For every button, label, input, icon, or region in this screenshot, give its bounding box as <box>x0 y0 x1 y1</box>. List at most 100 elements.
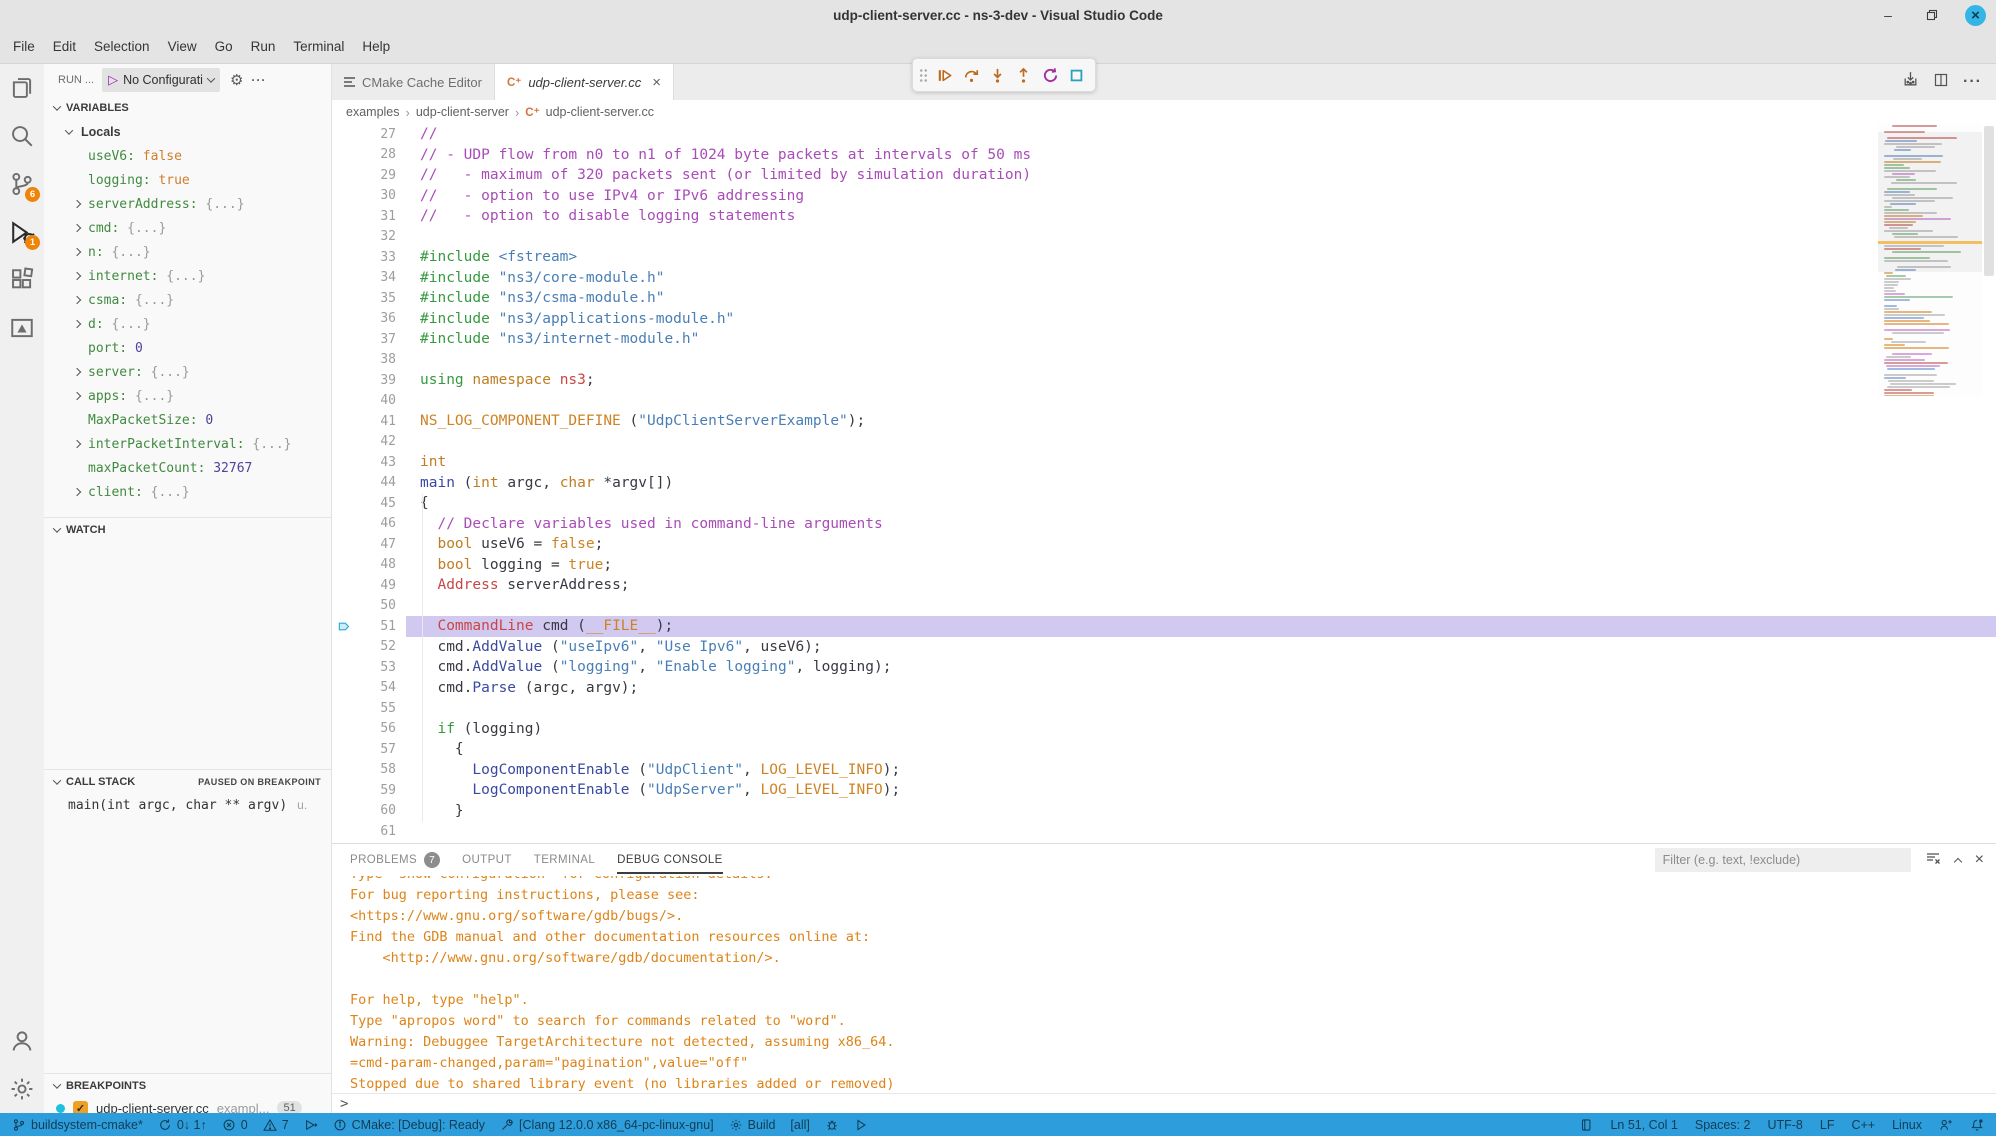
variable-internet[interactable]: internet: {...} <box>44 264 331 288</box>
status-tools[interactable]: [Clang 12.0.0 x86_64-pc-linux-gnu] <box>500 1118 714 1132</box>
code-line-36[interactable]: 36#include "ns3/applications-module.h" <box>332 309 1996 330</box>
code-line-39[interactable]: 39using namespace ns3; <box>332 370 1996 391</box>
code-line-42[interactable]: 42 <box>332 432 1996 453</box>
status-info[interactable]: CMake: [Debug]: Ready <box>333 1118 485 1132</box>
run-coverage-icon[interactable] <box>1902 71 1919 93</box>
code-line-31[interactable]: 31// - option to disable logging stateme… <box>332 206 1996 227</box>
split-editor-icon[interactable] <box>1933 72 1949 93</box>
extensions-icon[interactable] <box>0 256 44 304</box>
minimap-viewport[interactable] <box>1878 132 1982 272</box>
status-lf[interactable]: LF <box>1820 1118 1835 1132</box>
minimap[interactable] <box>1878 124 1982 396</box>
close-panel-icon[interactable]: × <box>1975 851 1984 869</box>
status-linux[interactable]: Linux <box>1892 1118 1922 1132</box>
code-line-41[interactable]: 41NS_LOG_COMPONENT_DEFINE ("UdpClientSer… <box>332 411 1996 432</box>
variable-port[interactable]: port: 0 <box>44 336 331 360</box>
status-warning[interactable]: 7 <box>263 1118 289 1132</box>
variable-MaxPacketSize[interactable]: MaxPacketSize: 0 <box>44 408 331 432</box>
more-actions-icon[interactable]: ··· <box>251 73 266 87</box>
code-line-58[interactable]: 58 LogComponentEnable ("UdpClient", LOG_… <box>332 760 1996 781</box>
tab-cmake-cache-editor[interactable]: CMake Cache Editor <box>332 64 495 100</box>
code-line-55[interactable]: 55 <box>332 698 1996 719</box>
start-debug-icon[interactable]: ▷ <box>108 72 118 88</box>
status-error[interactable]: 0 <box>222 1118 248 1132</box>
status-debug-alt[interactable] <box>304 1118 318 1132</box>
account-icon[interactable] <box>0 1017 44 1065</box>
code-line-43[interactable]: 43int <box>332 452 1996 473</box>
step-out-button[interactable] <box>1012 62 1036 88</box>
code-line-48[interactable]: 48 bool logging = true; <box>332 555 1996 576</box>
code-line-50[interactable]: 50 <box>332 596 1996 617</box>
menu-help[interactable]: Help <box>353 30 399 63</box>
status-feedback[interactable] <box>1939 1118 1953 1132</box>
breakpoint-item[interactable]: ✓ udp-client-server.cc exampl... 51 <box>44 1097 331 1113</box>
menu-go[interactable]: Go <box>206 30 242 63</box>
status-bell-dot[interactable] <box>1970 1118 1984 1132</box>
breakpoint-margin[interactable] <box>332 619 356 634</box>
code-editor[interactable]: 27//28// - UDP flow from n0 to n1 of 102… <box>332 124 1996 843</box>
code-line-35[interactable]: 35#include "ns3/csma-module.h" <box>332 288 1996 309</box>
breadcrumb-folder[interactable]: examples <box>346 105 400 119</box>
step-over-button[interactable] <box>959 62 983 88</box>
code-line-52[interactable]: 52 cmd.AddValue ("useIpv6", "Use Ipv6", … <box>332 637 1996 658</box>
variable-interPacketInterval[interactable]: interPacketInterval: {...} <box>44 432 331 456</box>
menu-file[interactable]: File <box>4 30 44 63</box>
close-button[interactable]: × <box>1965 5 1986 26</box>
code-line-30[interactable]: 30// - option to use IPv4 or IPv6 addres… <box>332 186 1996 207</box>
locals-group[interactable]: Locals <box>44 120 331 144</box>
console-filter-input[interactable] <box>1655 848 1911 872</box>
menu-run[interactable]: Run <box>242 30 285 63</box>
code-line-46[interactable]: 46 // Declare variables used in command-… <box>332 514 1996 535</box>
code-line-60[interactable]: 60 } <box>332 801 1996 822</box>
debug-config-dropdown[interactable]: ▷ No Configurati <box>102 68 220 92</box>
menu-edit[interactable]: Edit <box>44 30 85 63</box>
code-line-34[interactable]: 34#include "ns3/core-module.h" <box>332 268 1996 289</box>
cmake-icon[interactable] <box>0 304 44 352</box>
menu-terminal[interactable]: Terminal <box>284 30 353 63</box>
variable-server[interactable]: server: {...} <box>44 360 331 384</box>
code-line-57[interactable]: 57 { <box>332 739 1996 760</box>
run-and-debug-icon[interactable]: 1 <box>0 208 44 256</box>
status-ln-51-col-1[interactable]: Ln 51, Col 1 <box>1610 1118 1677 1132</box>
panel-tab-output[interactable]: OUTPUT <box>462 844 512 876</box>
breadcrumb-file[interactable]: udp-client-server.cc <box>546 105 654 119</box>
panel-tab-debug-console[interactable]: DEBUG CONSOLE <box>617 844 723 876</box>
status-branch[interactable]: buildsystem-cmake* <box>12 1118 143 1132</box>
variable-apps[interactable]: apps: {...} <box>44 384 331 408</box>
explorer-icon[interactable] <box>0 64 44 112</box>
variable-logging[interactable]: logging: true <box>44 168 331 192</box>
panel-tab-terminal[interactable]: TERMINAL <box>534 844 595 876</box>
code-line-51[interactable]: 51 CommandLine cmd (__FILE__); <box>332 616 1996 637</box>
tab-udp-client-server[interactable]: C⁺ udp-client-server.cc × <box>495 64 674 100</box>
status-notebook[interactable] <box>1579 1118 1593 1132</box>
editor-scrollbar[interactable] <box>1982 124 1996 573</box>
status-play[interactable] <box>854 1118 868 1132</box>
variable-cmd[interactable]: cmd: {...} <box>44 216 331 240</box>
menu-selection[interactable]: Selection <box>85 30 159 63</box>
status-gear[interactable]: Build <box>729 1118 776 1132</box>
code-line-53[interactable]: 53 cmd.AddValue ("logging", "Enable logg… <box>332 657 1996 678</box>
breakpoint-checkbox[interactable]: ✓ <box>73 1101 88 1114</box>
code-line-45[interactable]: 45{ <box>332 493 1996 514</box>
variable-n[interactable]: n: {...} <box>44 240 331 264</box>
debug-console-input[interactable]: > <box>332 1093 1996 1113</box>
search-icon[interactable] <box>0 112 44 160</box>
code-line-33[interactable]: 33#include <fstream> <box>332 247 1996 268</box>
settings-icon[interactable] <box>0 1065 44 1113</box>
status-sync[interactable]: 0↓ 1↑ <box>158 1118 207 1132</box>
variable-csma[interactable]: csma: {...} <box>44 288 331 312</box>
variables-header[interactable]: VARIABLES <box>44 96 331 120</box>
status-spaces-2[interactable]: Spaces: 2 <box>1695 1118 1751 1132</box>
panel-tab-problems[interactable]: PROBLEMS7 <box>350 844 440 876</box>
restore-button[interactable] <box>1921 4 1943 26</box>
code-line-47[interactable]: 47 bool useV6 = false; <box>332 534 1996 555</box>
status-bug[interactable] <box>825 1118 839 1132</box>
code-line-28[interactable]: 28// - UDP flow from n0 to n1 of 1024 by… <box>332 145 1996 166</box>
code-line-61[interactable]: 61 <box>332 821 1996 842</box>
drag-handle[interactable] <box>919 68 927 83</box>
code-line-40[interactable]: 40 <box>332 391 1996 412</box>
code-line-56[interactable]: 56 if (logging) <box>332 719 1996 740</box>
close-tab-icon[interactable]: × <box>652 74 661 91</box>
code-line-37[interactable]: 37#include "ns3/internet-module.h" <box>332 329 1996 350</box>
status-all[interactable]: [all] <box>790 1118 809 1132</box>
